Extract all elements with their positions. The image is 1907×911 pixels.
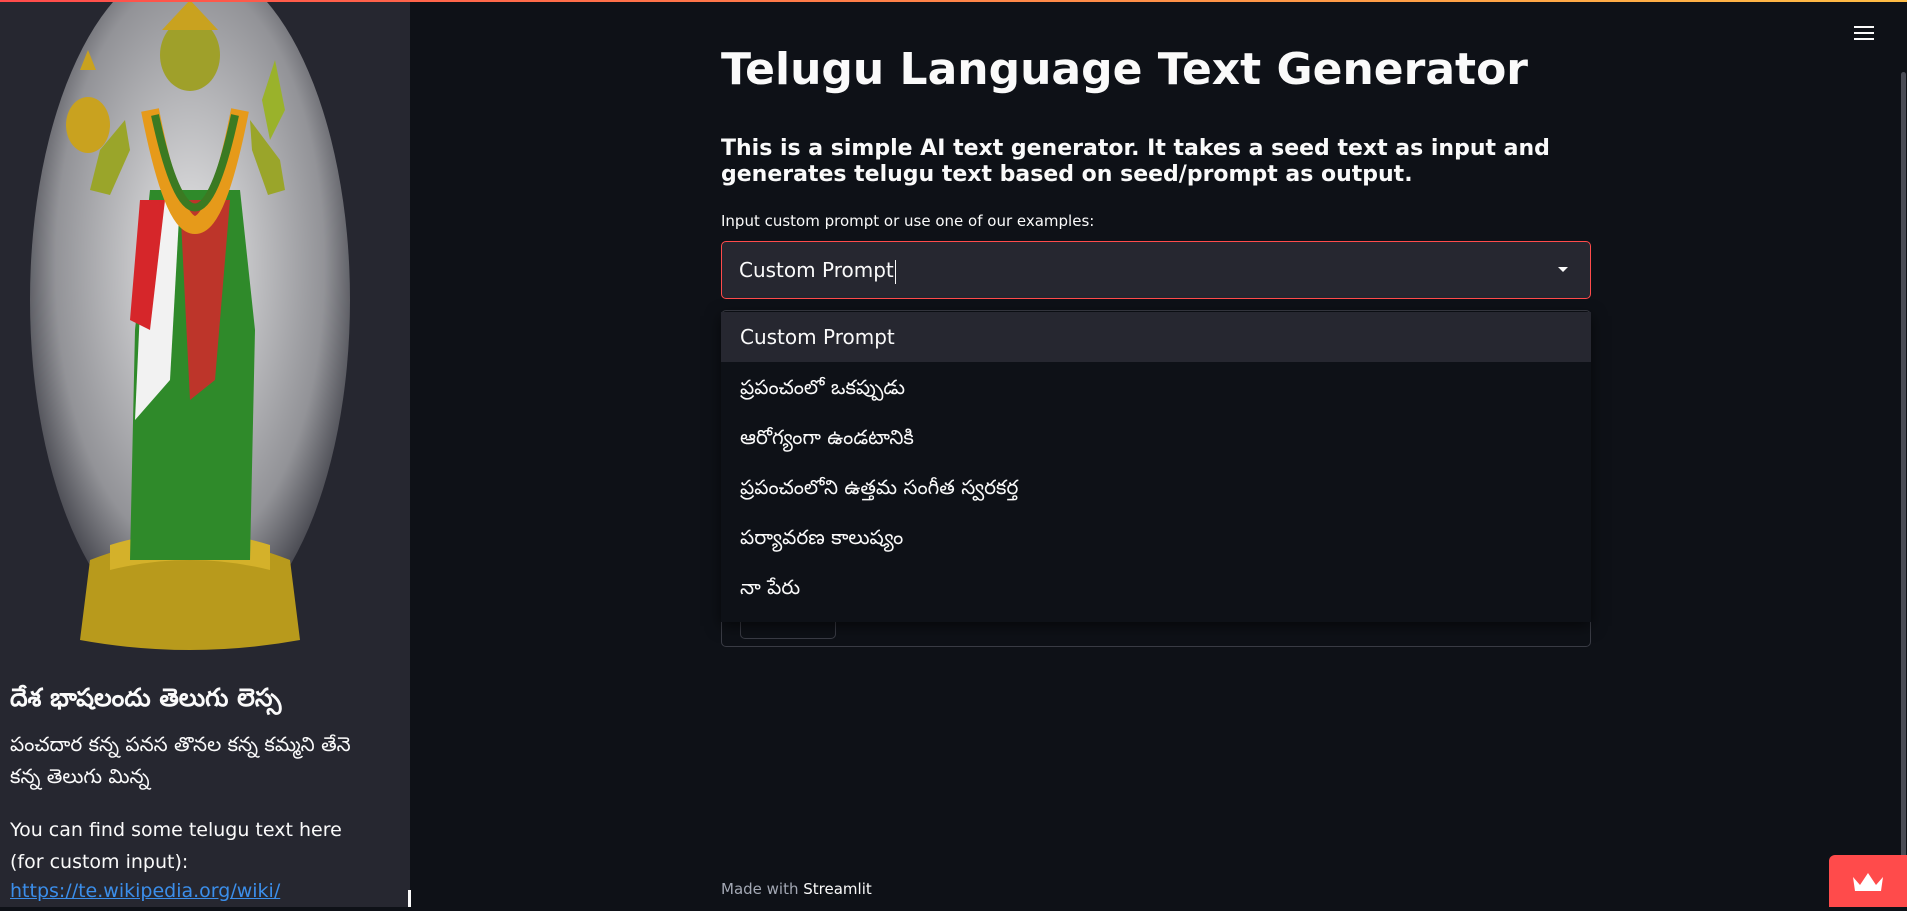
footer-prefix: Made with (721, 880, 799, 898)
option-custom-prompt[interactable]: Custom Prompt (721, 312, 1591, 362)
wikipedia-link[interactable]: https://te.wikipedia.org/wiki/ (10, 880, 280, 902)
option-pollution[interactable]: పర్యావరణ కాలుష్యం (721, 512, 1591, 562)
sidebar-info-text: You can find some telugu text here (for … (10, 819, 342, 873)
prompt-options-list: Custom Prompt ప్రపంచంలో ఒకప్పుడు ఆరోగ్యం… (721, 312, 1591, 622)
scrollbar-thumb[interactable] (1901, 72, 1906, 862)
crown-icon (1853, 873, 1883, 891)
telugu-thalli-statue-image (30, 0, 350, 650)
hamburger-icon (1852, 26, 1876, 40)
option-best-composer[interactable]: ప్రపంచంలోని ఉత్తమ సంగీత స్వరకర్త (721, 462, 1591, 512)
main-menu-button[interactable] (1852, 22, 1876, 46)
sidebar-resize-handle[interactable] (408, 890, 411, 907)
top-decoration-bar (0, 0, 1907, 2)
prompt-select[interactable]: Custom Prompt (721, 241, 1591, 299)
page-subtitle: This is a simple AI text generator. It t… (721, 136, 1550, 187)
option-to-be-healthy[interactable]: ఆరోగ్యంగా ఉండటానికి (721, 412, 1591, 462)
prompt-select-value: Custom Prompt (739, 258, 896, 284)
sidebar: దేశ భాషలందు తెలుగు లెస్స పంచదార కన్న పనస… (0, 0, 410, 907)
prompt-select-label: Input custom prompt or use one of our ex… (721, 212, 1095, 230)
sidebar-heading: దేశ భాషలందు తెలుగు లెస్స (10, 683, 282, 712)
option-my-name[interactable]: నా పేరు (721, 562, 1591, 612)
sidebar-poem: పంచదార కన్న పనస తొనల కన్న కమ్మని తేనె కన… (10, 732, 351, 788)
page-title: Telugu Language Text Generator (721, 44, 1528, 95)
footer: Made with Streamlit (721, 880, 872, 898)
chevron-down-icon (1558, 267, 1568, 272)
streamlit-badge[interactable] (1829, 855, 1907, 907)
streamlit-link[interactable]: Streamlit (803, 880, 872, 898)
option-once-upon-a-time[interactable]: ప్రపంచంలో ఒకప్పుడు (721, 362, 1591, 412)
